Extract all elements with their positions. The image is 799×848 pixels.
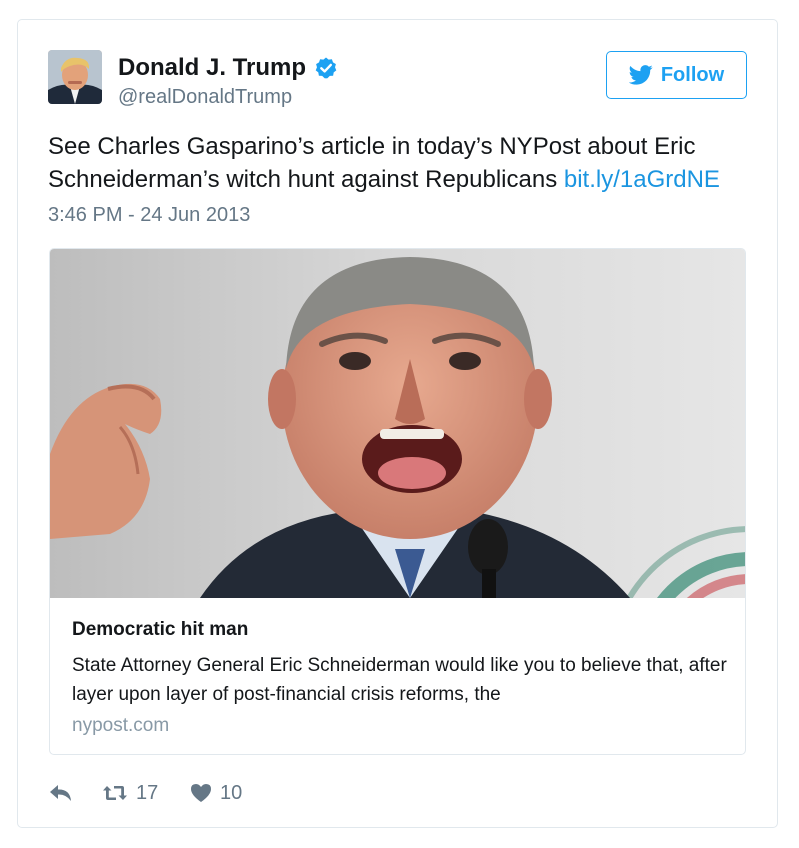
tweet-timestamp[interactable]: 3:46 PM - 24 Jun 2013 [48, 204, 250, 227]
follow-button-label: Follow [660, 63, 725, 86]
reply-button[interactable] [48, 783, 102, 803]
avatar-image [48, 50, 102, 104]
twitter-bird-icon [628, 65, 653, 85]
author-display-name[interactable]: Donald J. Trump [118, 54, 306, 82]
follow-button[interactable]: Follow [606, 51, 747, 99]
retweet-button[interactable]: 17 [102, 782, 190, 805]
verified-badge-icon [314, 56, 338, 80]
link-preview-card[interactable]: Democratic hit man State Attorney Genera… [49, 248, 746, 755]
card-image[interactable] [50, 249, 746, 598]
retweet-count: 17 [136, 781, 159, 804]
card-description: State Attorney General Eric Schneiderman… [72, 655, 727, 705]
like-count: 10 [220, 781, 243, 804]
heart-icon [191, 784, 211, 802]
tweet-text: See Charles Gasparino’s article in today… [48, 130, 738, 196]
avatar[interactable] [48, 50, 102, 104]
card-domain: nypost.com [72, 715, 170, 736]
tweet-card: Donald J. Trump @realDonaldTrump Follow … [17, 19, 778, 828]
like-button[interactable]: 10 [190, 782, 242, 805]
card-title[interactable]: Democratic hit man [72, 619, 248, 641]
reply-icon [50, 785, 71, 801]
tweet-link[interactable]: bit.ly/1aGrdNE [564, 166, 720, 193]
author-handle[interactable]: @realDonaldTrump [118, 86, 292, 109]
tweet-actions: 17 10 [48, 778, 242, 808]
author-name-row[interactable]: Donald J. Trump [118, 54, 338, 82]
retweet-icon [103, 786, 127, 800]
